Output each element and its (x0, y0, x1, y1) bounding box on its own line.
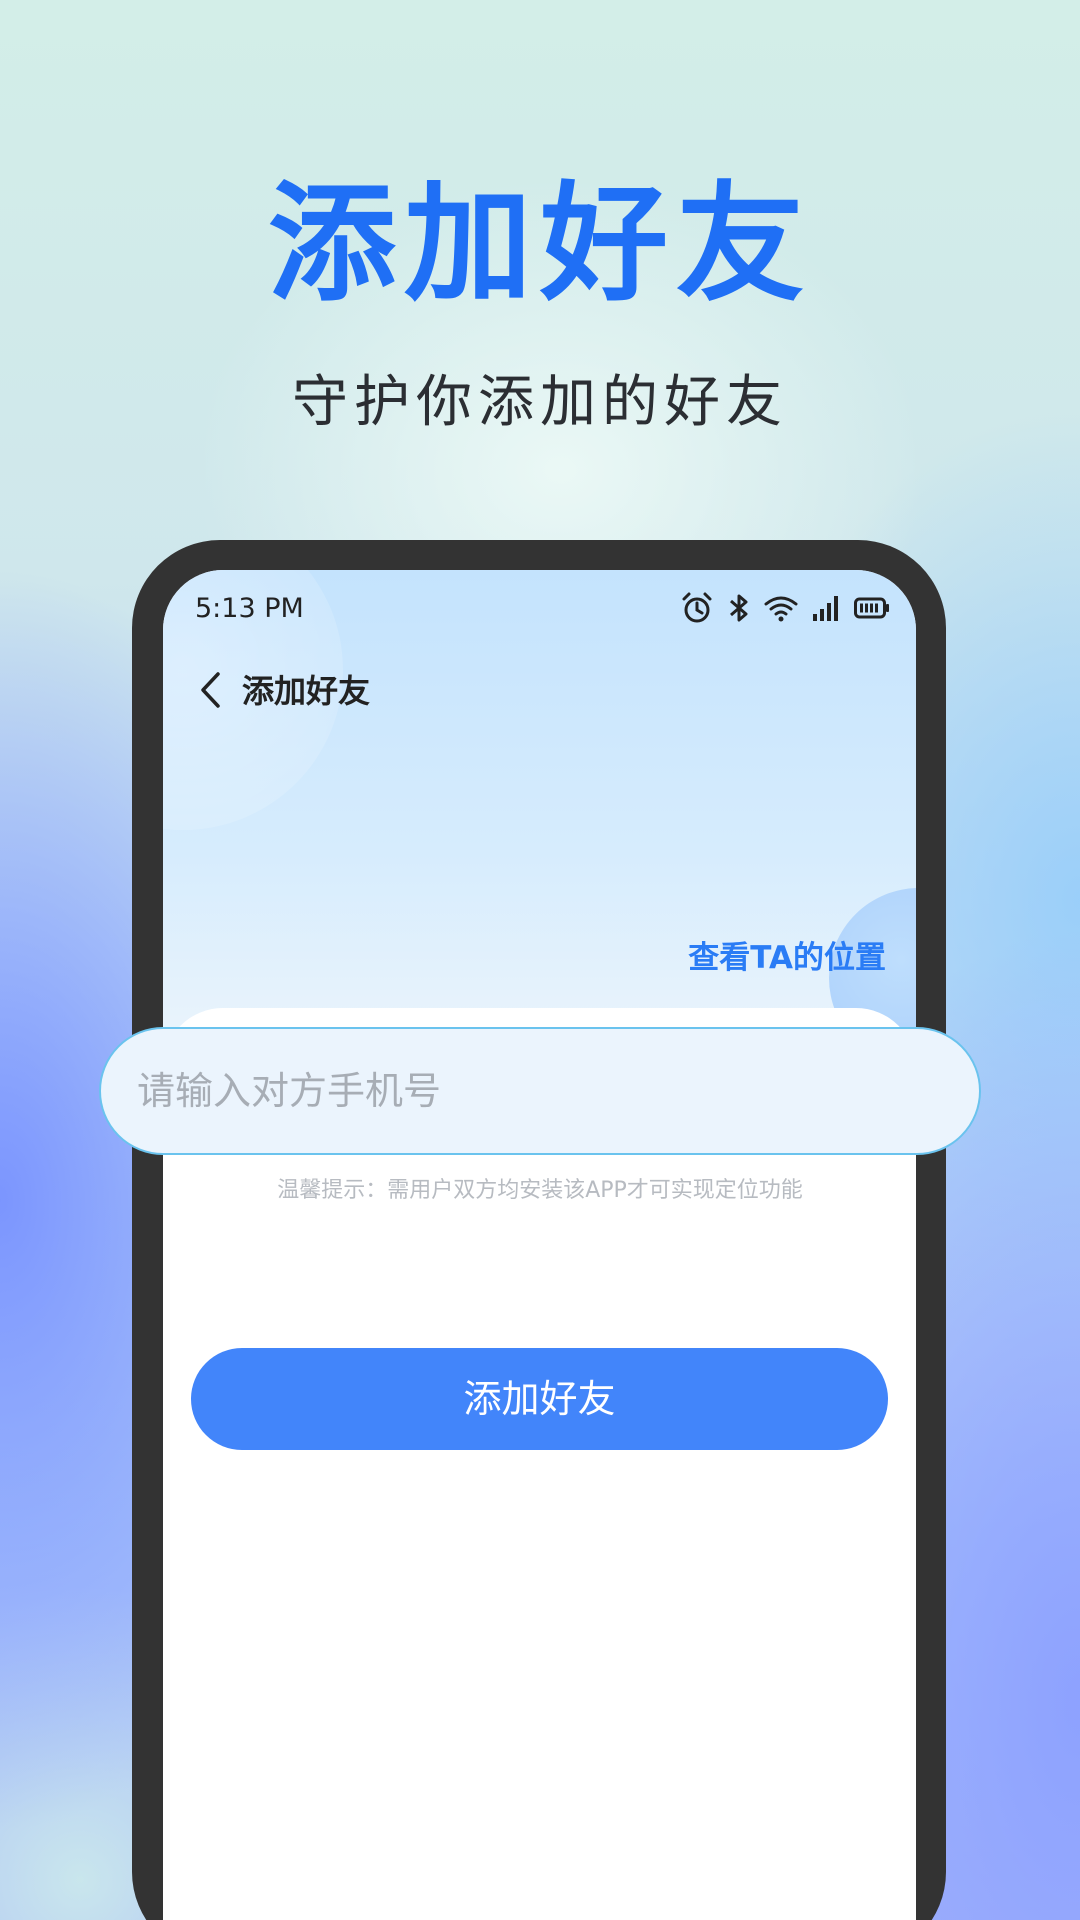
battery-icon (854, 596, 890, 620)
hero-title: 添加好友 (267, 170, 812, 319)
promo-page: 添加好友 守护你添加的好友 5:13 PM 添加好友 查看TA的位置 请输入对方… (0, 0, 1080, 1920)
wifi-icon (764, 594, 798, 622)
hero-subtitle: 守护你添加的好友 (292, 370, 788, 435)
signal-icon (812, 594, 840, 622)
page-title: 添加好友 (242, 672, 371, 710)
chevron-left-icon (199, 671, 223, 713)
status-icons (680, 590, 890, 626)
bluetooth-icon (728, 592, 750, 624)
view-location-link[interactable]: 查看TA的位置 (688, 938, 886, 978)
phone-screen: 5:13 PM 添加好友 查看TA的位置 (163, 570, 916, 1920)
tip-text: 温馨提示：需用户双方均安装该APP才可实现定位功能 (277, 1178, 803, 1203)
phone-number-input[interactable] (99, 1027, 981, 1155)
back-button[interactable] (189, 670, 233, 714)
status-time: 5:13 PM (195, 593, 304, 624)
alarm-icon (680, 591, 714, 625)
add-friend-button[interactable]: 添加好友 (191, 1348, 888, 1450)
